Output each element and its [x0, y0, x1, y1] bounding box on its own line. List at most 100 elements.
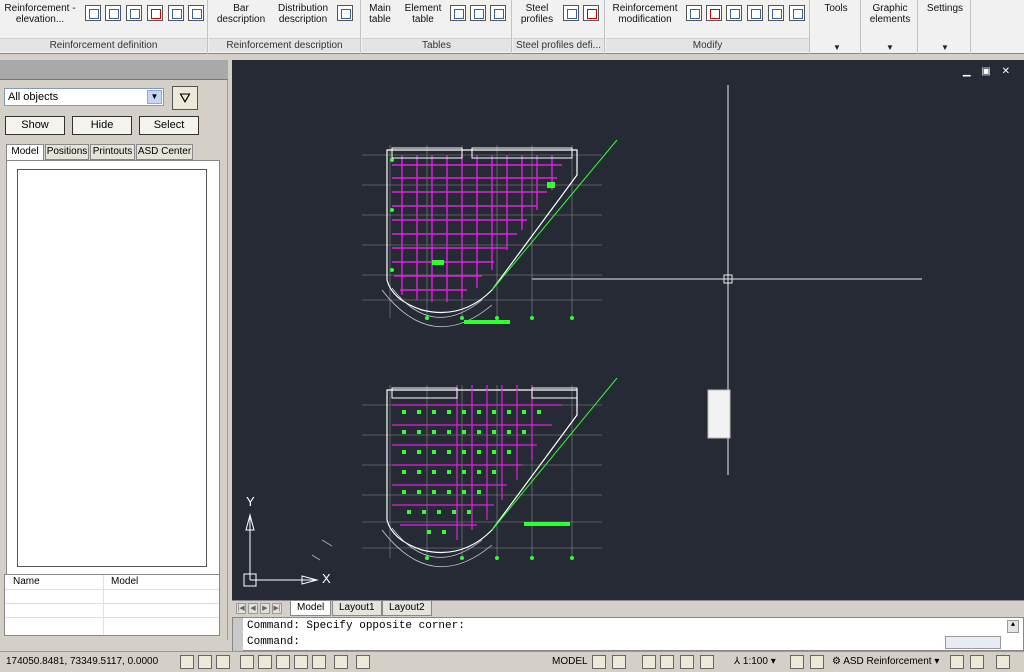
table-icon[interactable]: [450, 5, 466, 21]
annotation-scale-value: 1:100: [742, 656, 768, 667]
column-rebar-icon[interactable]: [168, 5, 184, 21]
filter-funnel-icon[interactable]: ⛛: [172, 86, 198, 110]
zoom-icon[interactable]: [660, 655, 674, 669]
panel-tools[interactable]: Tools ▼: [811, 0, 861, 54]
arch-rebar-icon[interactable]: [85, 5, 101, 21]
ortho-icon[interactable]: [216, 655, 230, 669]
steering-wheel-icon[interactable]: [680, 655, 694, 669]
table-edit-icon[interactable]: [470, 5, 486, 21]
frame-rebar-icon[interactable]: [126, 5, 142, 21]
panel-title: Reinforcement description: [209, 38, 360, 52]
layout-icon[interactable]: [592, 655, 606, 669]
dome-rebar-icon[interactable]: [105, 5, 121, 21]
panel-title: Reinforcement definition: [0, 38, 207, 52]
osnap-icon[interactable]: [258, 655, 272, 669]
edit-rebar-icon[interactable]: [726, 5, 742, 21]
beam-rebar-icon[interactable]: [147, 5, 163, 21]
hide-button[interactable]: Hide: [72, 116, 132, 135]
annotation-visibility-icon[interactable]: [790, 655, 804, 669]
delete-rebar-icon[interactable]: [706, 5, 722, 21]
panel-graphic-elements[interactable]: Graphic elements ▼: [862, 0, 918, 54]
tab-layout2[interactable]: Layout2: [382, 601, 432, 616]
panel-tables: Main table Element table Tables: [362, 0, 512, 54]
pencil-edit-icon[interactable]: [768, 5, 784, 21]
copy-rebar-icon[interactable]: [747, 5, 763, 21]
ducs-icon[interactable]: [294, 655, 308, 669]
profile-delete-icon[interactable]: [583, 5, 599, 21]
command-history: Command: Specify opposite corner:: [247, 620, 465, 632]
chevron-down-icon[interactable]: ▼: [147, 90, 162, 104]
object-inspector-palette: All objects ▼ ⛛ Show Hide Select Model P…: [0, 60, 228, 640]
clean-screen-icon[interactable]: [996, 655, 1010, 669]
scroll-up-icon[interactable]: ▲: [1007, 620, 1019, 633]
object-filter-select[interactable]: All objects ▼: [4, 88, 164, 106]
horizontal-scrollbar[interactable]: [945, 636, 1001, 649]
lineweight-icon[interactable]: [334, 655, 348, 669]
chevron-down-icon[interactable]: ▼: [833, 43, 841, 52]
command-prompt[interactable]: Command:: [247, 636, 300, 648]
first-tab-icon[interactable]: |◀: [236, 603, 246, 614]
pencil-icon[interactable]: [337, 5, 353, 21]
divider: [5, 589, 219, 590]
grid-icon[interactable]: [198, 655, 212, 669]
bar-description-button[interactable]: Bar description: [215, 3, 267, 25]
tab-layout1[interactable]: Layout1: [332, 601, 382, 616]
window-icon[interactable]: [789, 5, 805, 21]
table-pencil-icon[interactable]: [490, 5, 506, 21]
prev-tab-icon[interactable]: ◀: [248, 603, 258, 614]
element-table-button[interactable]: Element table: [402, 3, 444, 25]
tools-button[interactable]: Tools: [811, 3, 861, 14]
main-table-button[interactable]: Main table: [364, 3, 396, 25]
select-button[interactable]: Select: [139, 116, 199, 135]
graphic-elements-button[interactable]: Graphic elements: [862, 3, 918, 25]
otrack-icon[interactable]: [276, 655, 290, 669]
lock-icon[interactable]: [950, 655, 964, 669]
label: table: [412, 14, 434, 25]
label: Steel: [525, 3, 549, 14]
property-grid[interactable]: Name Model: [4, 574, 220, 636]
panel-title: Modify: [606, 38, 809, 52]
slab-plan-top: [362, 139, 618, 328]
hardware-acceleration-icon[interactable]: [970, 655, 984, 669]
steel-profiles-button[interactable]: Steel profiles: [517, 3, 557, 25]
show-button[interactable]: Show: [5, 116, 65, 135]
snap-icon[interactable]: [180, 655, 194, 669]
annotation-scale[interactable]: ⅄ 1:100 ▾: [734, 656, 776, 667]
autoscale-icon[interactable]: [810, 655, 824, 669]
settings-button[interactable]: Settings: [919, 3, 971, 14]
distribution-description-button[interactable]: Distribution description: [273, 3, 333, 25]
workspace-name: ASD Reinforcement: [843, 656, 932, 667]
chevron-down-icon[interactable]: ▼: [941, 43, 949, 52]
ucs-y-label: Y: [246, 494, 255, 509]
reinforcement-elevation-button[interactable]: Reinforcement - elevation...: [2, 3, 78, 25]
tab-asd-center[interactable]: ASD Center: [136, 144, 193, 160]
drawing-canvas[interactable]: ▁ ▣ ✕ Y X: [232, 60, 1024, 600]
polar-icon[interactable]: [240, 655, 254, 669]
panel-settings[interactable]: Settings ▼: [919, 0, 971, 54]
next-tab-icon[interactable]: ▶: [260, 603, 270, 614]
label: profiles: [520, 14, 554, 25]
reinforcement-modification-button[interactable]: Reinforcement modification: [608, 3, 682, 25]
bend-icon[interactable]: [686, 5, 702, 21]
command-grip[interactable]: [233, 618, 243, 652]
workspace-switch[interactable]: ⚙ ASD Reinforcement ▾: [832, 656, 939, 667]
showmotion-icon[interactable]: [700, 655, 714, 669]
model-tree[interactable]: [17, 169, 207, 567]
layout-quickview-icon[interactable]: [612, 655, 626, 669]
command-line[interactable]: Command: Specify opposite corner: Comman…: [232, 617, 1024, 652]
model-space-toggle[interactable]: MODEL: [552, 656, 588, 667]
quick-properties-icon[interactable]: [356, 655, 370, 669]
pan-icon[interactable]: [642, 655, 656, 669]
tab-model[interactable]: Model: [6, 144, 44, 161]
tab-model-layout[interactable]: Model: [290, 601, 332, 616]
profile-list-icon[interactable]: [563, 5, 579, 21]
dyn-icon[interactable]: [312, 655, 326, 669]
tab-printouts[interactable]: Printouts: [90, 144, 135, 160]
palette-grip[interactable]: [0, 60, 228, 80]
label: table: [369, 14, 391, 25]
tab-positions[interactable]: Positions: [45, 144, 89, 160]
last-tab-icon[interactable]: ▶|: [272, 603, 282, 614]
slab-rebar-icon[interactable]: [188, 5, 204, 21]
label: modification: [618, 14, 672, 25]
chevron-down-icon[interactable]: ▼: [886, 43, 894, 52]
